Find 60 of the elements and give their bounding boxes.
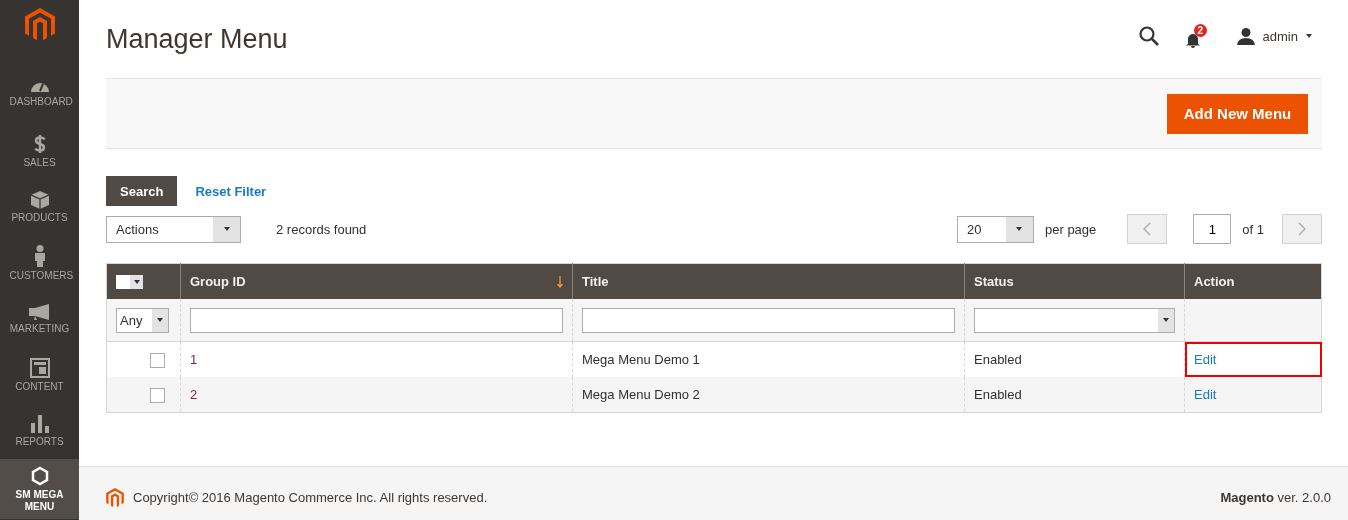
nav-item[interactable]: MARKETING <box>0 291 79 347</box>
nav-item[interactable]: SALES <box>0 123 79 179</box>
mass-select-checkbox[interactable] <box>116 274 143 289</box>
bar-chart-icon <box>29 414 50 433</box>
reset-filter-link[interactable]: Reset Filter <box>195 183 267 199</box>
page-total: of 1 <box>1242 221 1264 237</box>
chevron-right-icon <box>1298 222 1306 236</box>
table-cell: Mega Menu Demo 1 <box>582 352 700 367</box>
column-header[interactable]: Title <box>572 263 965 299</box>
user-icon <box>1236 27 1255 45</box>
logo-icon <box>106 487 124 508</box>
table-cell: 2 <box>190 387 198 402</box>
bell-icon <box>1184 32 1201 48</box>
search-icon[interactable] <box>1138 26 1159 46</box>
group-id-filter-field[interactable] <box>190 307 563 333</box>
any-filter-dropdown[interactable]: Any <box>116 307 169 333</box>
page-title: Manager Menu <box>106 24 288 55</box>
column-header[interactable]: Action <box>1184 263 1322 299</box>
caret-icon <box>1306 34 1312 38</box>
copyright-text: Copyright© 2016 Magento Commerce Inc. All rights reserved. <box>133 490 488 505</box>
layout-icon <box>29 357 50 378</box>
user-menu[interactable]: admin <box>1236 27 1312 45</box>
records-count: 2 records found <box>276 221 367 237</box>
actions-dropdown[interactable]: Actions <box>106 215 241 243</box>
edit-link[interactable]: Edit <box>1194 387 1217 402</box>
chevron-left-icon <box>1143 222 1152 236</box>
nav-item[interactable]: SM MEGA MENU <box>0 459 79 519</box>
next-page-button[interactable] <box>1282 214 1322 244</box>
row-checkbox[interactable] <box>150 352 165 368</box>
row-checkbox[interactable] <box>150 387 165 403</box>
column-header[interactable]: Group ID <box>180 263 573 299</box>
nav-item[interactable]: CONTENT <box>0 347 79 403</box>
search-button[interactable]: Search <box>106 176 178 206</box>
per-page-dropdown[interactable]: 20 <box>957 215 1034 243</box>
version-text: Magento ver. 2.0.0 <box>1220 490 1331 505</box>
nav-item[interactable]: REPORTS <box>0 403 79 459</box>
nav-item[interactable]: CUSTOMERS <box>0 235 79 291</box>
page-number-field[interactable]: 1 <box>1193 214 1232 244</box>
logo-icon <box>24 8 55 42</box>
table-cell: Mega Menu Demo 2 <box>582 387 700 402</box>
add-new-menu-button[interactable]: Add New Menu <box>1167 93 1308 134</box>
notifications-button[interactable]: 2 <box>1184 24 1211 48</box>
column-header[interactable]: Status <box>964 263 1185 299</box>
table-cell: 1 <box>190 352 198 367</box>
gauge-icon <box>29 82 50 93</box>
megaphone-icon <box>28 303 51 320</box>
table-cell: Enabled <box>974 352 1022 367</box>
table-cell: Enabled <box>974 387 1022 402</box>
dollar-icon <box>33 133 46 154</box>
nav-item[interactable]: DASHBOARD <box>0 67 79 123</box>
title-filter-field[interactable] <box>582 307 955 333</box>
hexagon-icon <box>30 465 49 486</box>
edit-link[interactable]: Edit <box>1194 352 1217 367</box>
previous-page-button[interactable] <box>1127 214 1168 244</box>
person-icon <box>33 244 46 267</box>
notification-count: 2 <box>1193 24 1208 37</box>
nav-item[interactable]: PRODUCTS <box>0 179 79 235</box>
box-icon <box>30 190 49 209</box>
status-filter-dropdown[interactable] <box>974 307 1175 333</box>
per-page-label: per page <box>1045 221 1097 237</box>
